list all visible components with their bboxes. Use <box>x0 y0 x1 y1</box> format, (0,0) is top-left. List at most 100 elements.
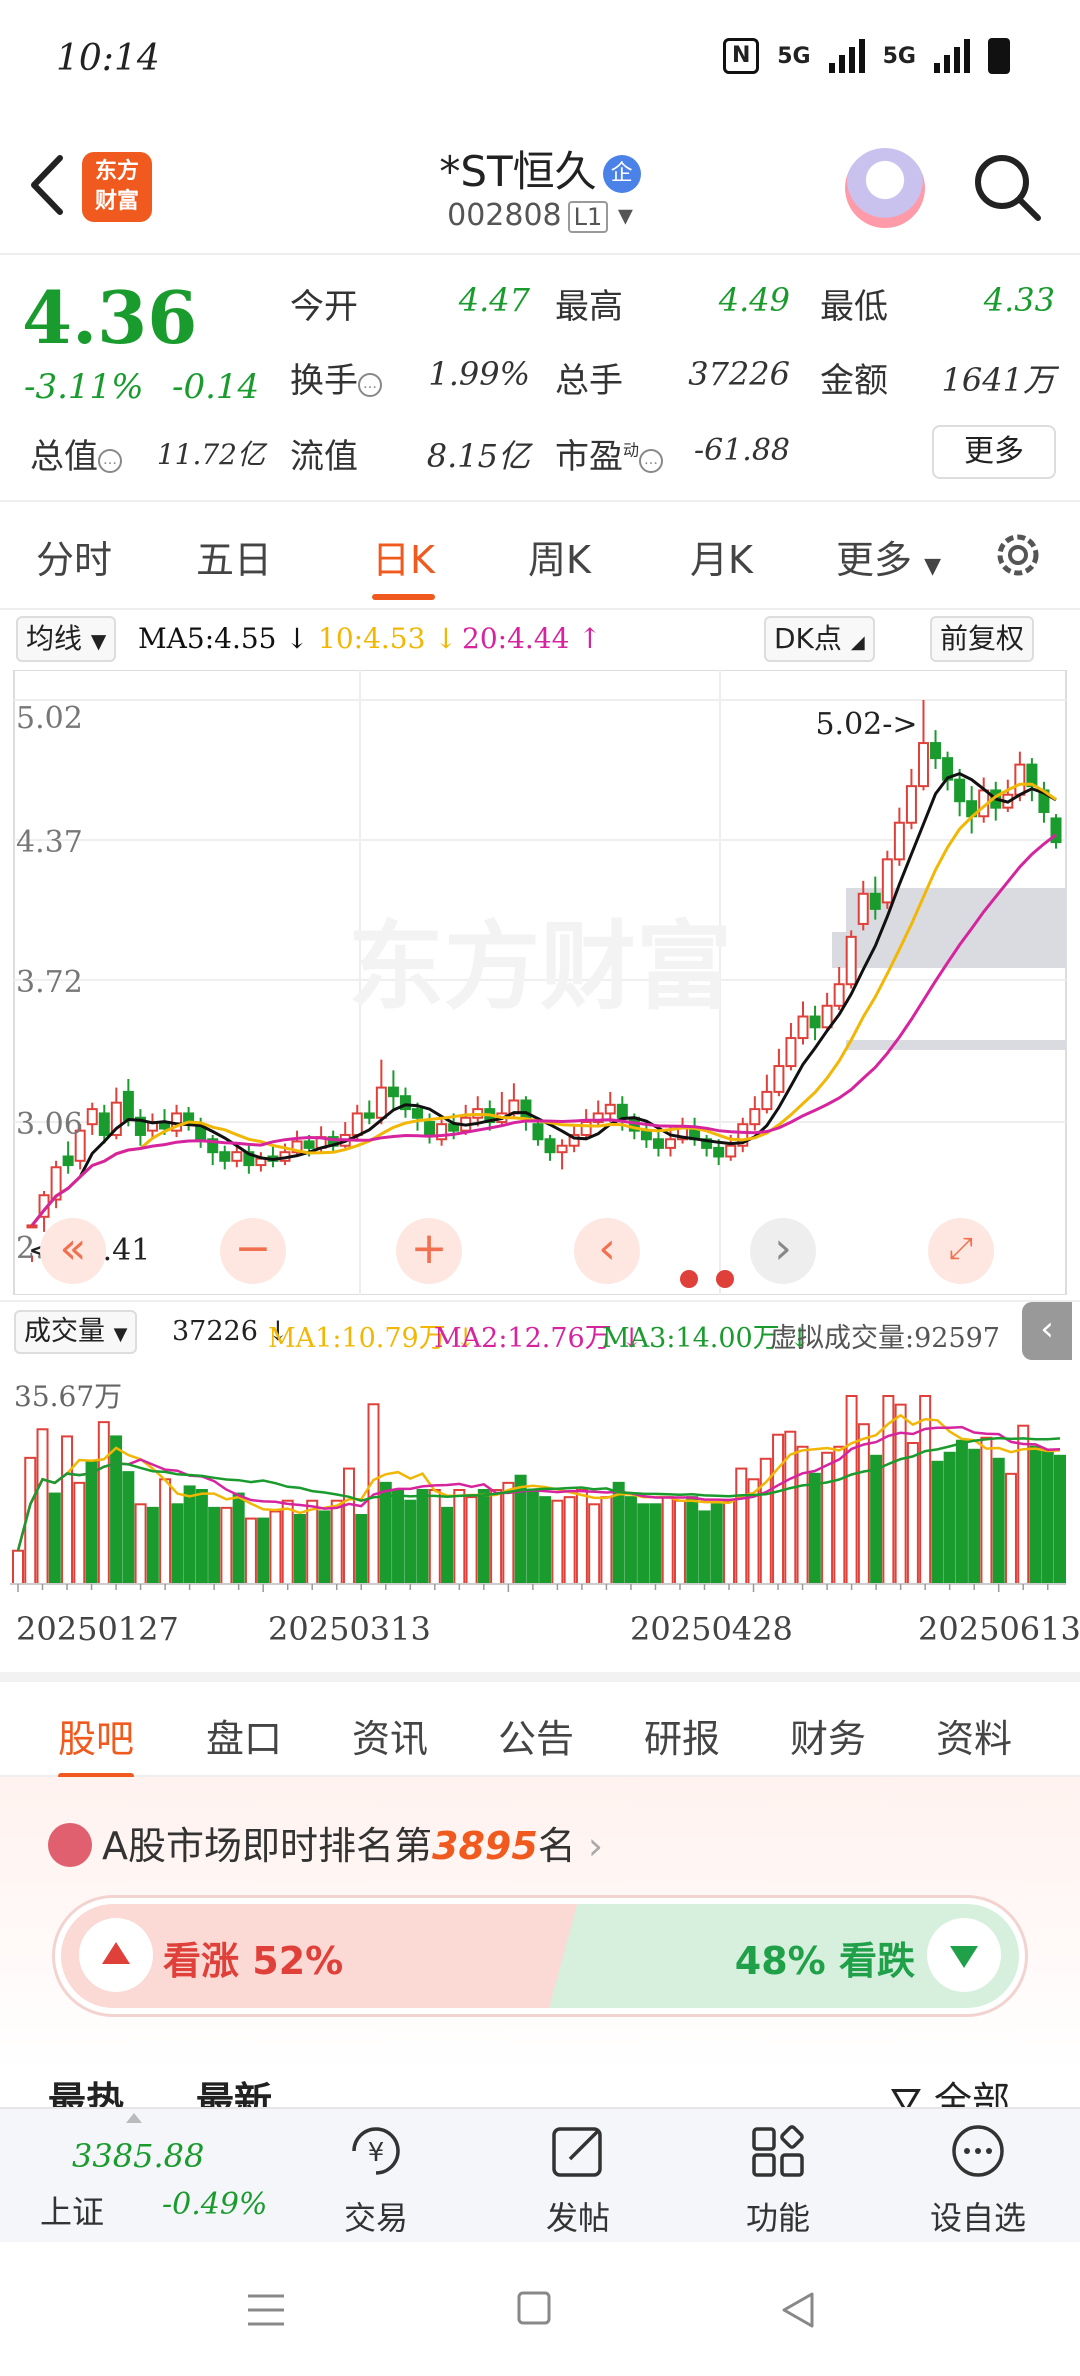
index-expand-icon <box>126 2113 142 2123</box>
dk-point-selector[interactable]: DK点 ◢ <box>764 616 875 662</box>
tab-monthly-k[interactable]: 月K <box>690 529 753 584</box>
ma10-value: 10:4.53 ↓ <box>318 622 458 655</box>
volume-selector[interactable]: 成交量 ▼ <box>14 1310 138 1354</box>
post-button[interactable]: 发帖 <box>508 2109 648 2244</box>
volume-bar <box>61 1435 74 1585</box>
volume-bar <box>465 1496 478 1585</box>
menu-icon[interactable] <box>246 2292 286 2328</box>
grid-icon <box>752 2125 804 2177</box>
scroll-left-fast-button[interactable]: « <box>40 1218 106 1284</box>
volume-bar <box>36 1428 49 1585</box>
candle <box>604 1091 616 1123</box>
volume-bar <box>257 1517 270 1586</box>
open-value: 4.47 <box>458 281 530 319</box>
volume-bar <box>980 1436 993 1585</box>
volume-bar <box>1041 1448 1054 1585</box>
info-icon[interactable]: … <box>98 449 122 473</box>
bearish-vote-button[interactable] <box>927 1918 1001 1992</box>
volume-bar <box>441 1506 454 1585</box>
index-value[interactable]: 3385.88 <box>72 2137 204 2175</box>
search-icon[interactable] <box>972 152 1042 222</box>
expand-icon[interactable]: ⤢ <box>928 1218 994 1284</box>
scroll-left-button[interactable]: ‹ <box>574 1218 640 1284</box>
candle <box>845 930 857 989</box>
candle <box>363 1100 375 1125</box>
network-5g-label: 5G <box>777 43 811 69</box>
candle <box>797 1001 809 1045</box>
candle <box>387 1070 399 1110</box>
tab-profile[interactable]: 资料 <box>936 1708 1012 1763</box>
tab-order-book[interactable]: 盘口 <box>206 1708 282 1763</box>
bullish-label: 看涨 52% <box>163 1939 344 1983</box>
chevron-down-icon: ▼ <box>113 1324 128 1345</box>
tab-more[interactable]: 更多 ▼ <box>836 529 941 584</box>
volume-bar <box>612 1481 625 1585</box>
tab-weekly-k[interactable]: 周K <box>528 529 591 584</box>
quote-panel: 4.36 -3.11% -0.14 今开 4.47 最高 4.49 最低 4.3… <box>0 257 1080 502</box>
ma-selector[interactable]: 均线 ▼ <box>16 616 117 662</box>
candle <box>881 850 893 909</box>
tab-five-day[interactable]: 五日 <box>196 529 272 584</box>
candle <box>1002 779 1014 812</box>
candle <box>86 1102 98 1135</box>
volume-bar <box>171 1503 184 1585</box>
current-price: 4.36 <box>22 275 198 360</box>
tab-announcements[interactable]: 公告 <box>498 1708 574 1763</box>
volume-bar <box>232 1492 245 1586</box>
market-ranking[interactable]: A股市场即时排名第3895名 › <box>48 1815 603 1870</box>
info-icon[interactable]: … <box>639 449 664 473</box>
assistant-robot-icon[interactable] <box>845 148 925 228</box>
tab-daily-k[interactable]: 日K <box>372 529 435 600</box>
functions-button[interactable]: 功能 <box>708 2109 848 2244</box>
tab-research[interactable]: 研报 <box>644 1708 720 1763</box>
more-button[interactable]: 更多 <box>932 425 1056 479</box>
volume-indicator-row: 成交量 ▼ 37226 ↓ MA1:10.79万 ↓ MA2:12.76万 ↓ … <box>0 1300 1080 1360</box>
candle <box>917 700 929 791</box>
turnover-label: 换手… <box>290 353 382 402</box>
tab-finance[interactable]: 财务 <box>790 1708 866 1763</box>
turnover-value: 1.99% <box>428 355 530 393</box>
candle <box>930 730 942 769</box>
bearish-label: 48% 看跌 <box>734 1939 915 1983</box>
add-watchlist-button[interactable]: 设自选 <box>908 2109 1048 2244</box>
tab-forum[interactable]: 股吧 <box>58 1708 135 1779</box>
volume-bar <box>526 1489 539 1585</box>
stock-header: 东方 财富 *ST恒久企 002808 L1 ▾ <box>0 120 1080 255</box>
date-label: 20250613 <box>918 1610 1080 1648</box>
volume-bar <box>416 1489 429 1585</box>
bullish-vote-button[interactable] <box>79 1918 153 1992</box>
volume-bar <box>208 1506 221 1585</box>
volume-bar <box>649 1503 662 1585</box>
candle <box>942 751 954 791</box>
volume-bar <box>342 1467 355 1585</box>
tab-intraday[interactable]: 分时 <box>36 529 112 584</box>
zoom-in-button[interactable]: + <box>396 1218 462 1284</box>
volume-bar <box>870 1454 883 1585</box>
ranking-icon <box>48 1823 92 1867</box>
volume-bar <box>772 1433 785 1585</box>
volume-bar <box>710 1503 723 1585</box>
tab-news[interactable]: 资讯 <box>352 1708 428 1763</box>
candlestick-chart[interactable]: 东方财富 5.024.373.723.062.41 5.02-> <---2.4… <box>0 670 1080 1295</box>
candle <box>62 1141 74 1174</box>
adjust-button[interactable]: 前复权 <box>930 616 1035 662</box>
zoom-out-button[interactable]: − <box>220 1218 286 1284</box>
trade-button[interactable]: ¥ 交易 <box>306 2109 446 2244</box>
collapse-side-button[interactable]: ‹ <box>1022 1302 1072 1360</box>
volume-bar <box>588 1503 601 1585</box>
volume-bar <box>269 1510 282 1586</box>
scroll-right-button[interactable]: › <box>750 1218 816 1284</box>
index-name[interactable]: 上证 <box>40 2187 104 2233</box>
candle <box>773 1048 785 1097</box>
candle <box>267 1145 279 1168</box>
volume-bar <box>735 1467 748 1585</box>
home-icon[interactable] <box>516 2290 552 2326</box>
volume-bar <box>808 1472 821 1585</box>
price-tick-label: 3.06 <box>16 1107 83 1142</box>
info-icon[interactable]: … <box>358 373 382 397</box>
gear-icon[interactable] <box>990 527 1046 583</box>
volume-chart[interactable]: 35.67万 <box>0 1362 1080 1592</box>
back-icon[interactable] <box>780 2290 816 2330</box>
candle <box>893 807 905 866</box>
candle <box>592 1100 604 1127</box>
